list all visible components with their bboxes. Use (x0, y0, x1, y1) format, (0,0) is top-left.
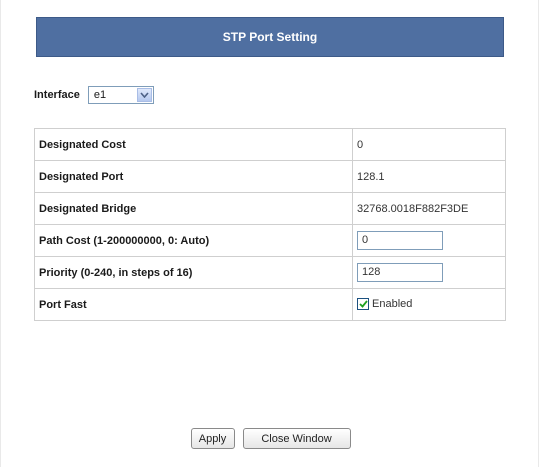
priority-input[interactable]: 128 (357, 263, 443, 282)
table-row: Designated Bridge 32768.0018F882F3DE (34, 192, 506, 225)
button-bar: Apply Close Window (1, 428, 539, 449)
table-row: Designated Cost 0 (34, 128, 506, 161)
path-cost-input[interactable]: 0 (357, 231, 443, 250)
interface-row: Interface e1 (34, 86, 154, 104)
interface-select-value: e1 (93, 89, 107, 101)
close-window-button[interactable]: Close Window (242, 428, 351, 449)
dialog-window: STP Port Setting Interface e1 Designated… (0, 0, 539, 467)
table-row: Port Fast Enabled (34, 288, 506, 321)
interface-select[interactable]: e1 (87, 86, 154, 104)
port-fast-cell: Enabled (352, 288, 506, 321)
path-cost-label: Path Cost (1-200000000, 0: Auto) (34, 224, 353, 257)
table-row: Priority (0-240, in steps of 16) 128 (34, 256, 506, 289)
chevron-down-icon[interactable] (136, 88, 152, 102)
port-fast-checkbox[interactable]: Enabled (357, 298, 412, 310)
path-cost-cell: 0 (352, 224, 506, 257)
page-title-text: STP Port Setting (222, 30, 318, 44)
priority-cell: 128 (352, 256, 506, 289)
designated-bridge-label: Designated Bridge (34, 192, 353, 225)
table-row: Designated Port 128.1 (34, 160, 506, 193)
priority-label: Priority (0-240, in steps of 16) (34, 256, 353, 289)
checkmark-icon[interactable] (357, 298, 369, 310)
table-row: Path Cost (1-200000000, 0: Auto) 0 (34, 224, 506, 257)
designated-cost-value: 0 (352, 128, 506, 161)
settings-table: Designated Cost 0 Designated Port 128.1 … (34, 128, 506, 321)
interface-label: Interface (34, 89, 80, 101)
apply-button[interactable]: Apply (190, 428, 235, 449)
page-title: STP Port Setting (36, 17, 504, 57)
designated-port-label: Designated Port (34, 160, 353, 193)
designated-cost-label: Designated Cost (34, 128, 353, 161)
port-fast-label: Port Fast (34, 288, 353, 321)
designated-port-value: 128.1 (352, 160, 506, 193)
port-fast-enabled-label: Enabled (372, 298, 413, 310)
designated-bridge-value: 32768.0018F882F3DE (352, 192, 506, 225)
